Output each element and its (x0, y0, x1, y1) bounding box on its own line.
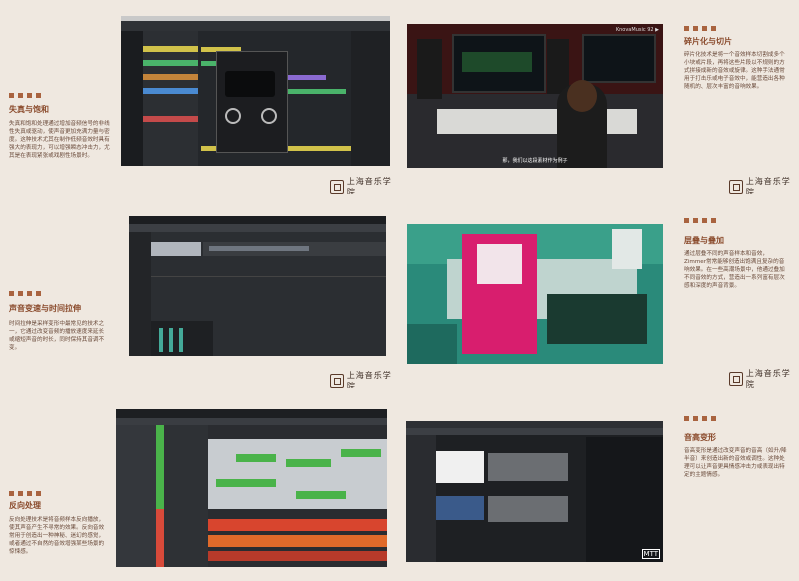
section-title: 碎片化与切片 (684, 37, 732, 46)
decor-dots (9, 491, 41, 496)
section-title: 声音变速与时间拉伸 (9, 304, 81, 313)
seal-icon (330, 374, 344, 388)
section-title: 反向处理 (9, 501, 41, 510)
section-body: 通过层叠不同的声音样本和音效，Zimmer常常能够创造出饱满且复杂的音响效果。在… (684, 251, 785, 289)
section-title: 音高变形 (684, 433, 716, 442)
section-body: 反向处理技术是将音频样本反向播放，使其声音产生不寻常的效果。反向音效常用于创造出… (9, 517, 105, 555)
section-time-stretch: 声音变速与时间拉伸 时间拉伸是采样变形中最常见的技术之一，它通过改变音频的播放速… (0, 194, 400, 391)
daw-screenshot (129, 216, 386, 356)
seal-icon (729, 180, 743, 194)
decor-dots (684, 26, 716, 31)
logo-text: 上海音乐学院 (745, 369, 791, 389)
channel-watermark-mtt: MTT (641, 549, 660, 559)
seal-icon (729, 372, 743, 386)
seal-icon (330, 180, 344, 194)
daw-screenshot (116, 409, 387, 567)
decor-dots (684, 218, 716, 223)
section-pitch-shift: MTT 音高变形 音高变形是通过改变声音的音高（如升/降半音）来创造出新的音效或… (400, 388, 799, 581)
section-layering: 层叠与叠加 通过层叠不同的声音样本和音效，Zimmer常常能够创造出饱满且复杂的… (400, 194, 799, 390)
daw-screenshot: MTT (406, 421, 663, 562)
pixel-game-frame (407, 224, 663, 364)
daw-screenshot (121, 16, 390, 166)
video-subtitle: 那，我们以这段素材作为例子 (502, 158, 568, 164)
section-body: 失真和饱和处理通过增加音频信号的非线性失真或驱动，使声音更加充满力量与密度。这种… (9, 121, 110, 159)
conservatory-logo: 上海音乐学院 (729, 368, 799, 390)
section-reverse: 反向处理 反向处理技术是将音频样本反向播放，使其声音产生不寻常的效果。反向音效常… (0, 388, 400, 581)
decor-dots (9, 291, 41, 296)
section-body: 时间拉伸是采样变形中最常见的技术之一，它通过改变音频的播放速度来延长或缩短声音的… (9, 321, 105, 351)
decor-dots (9, 93, 41, 98)
section-title: 失真与饱和 (9, 105, 49, 114)
section-distortion: 失真与饱和 失真和饱和处理通过增加音频信号的非线性失真或驱动，使声音更加充满力量… (0, 0, 400, 197)
section-title: 层叠与叠加 (684, 236, 724, 245)
channel-watermark: KnovaMusic 92 ▶ (615, 27, 659, 33)
section-slicing: 那，我们以这段素材作为例子 KnovaMusic 92 ▶ 碎片化与切片 碎片化… (400, 0, 799, 197)
decor-dots (684, 416, 716, 421)
studio-video-frame: 那，我们以这段素材作为例子 KnovaMusic 92 ▶ (407, 24, 663, 168)
section-body: 音高变形是通过改变声音的音高（如升/降半音）来创造出新的音效或调性。这种处理可以… (684, 448, 787, 478)
section-body: 碎片化技术是将一个音效样本切割成多个小块或片段，再将这些片段以不规则的方式拼接成… (684, 52, 785, 90)
